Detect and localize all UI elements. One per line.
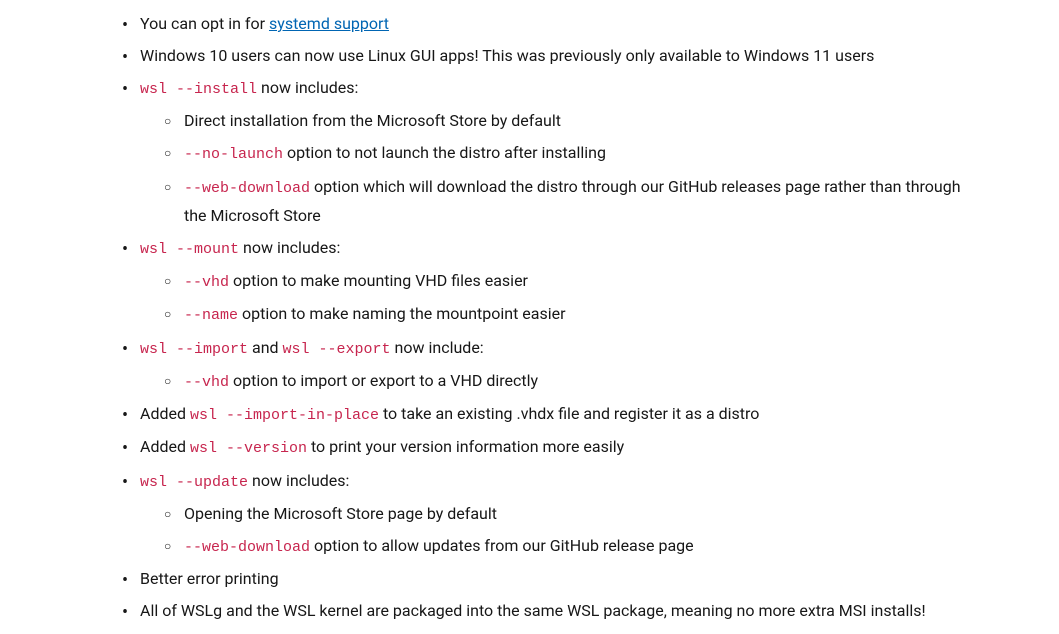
code-wsl-mount: wsl --mount — [140, 241, 239, 258]
sub-list: --vhd option to make mounting VHD files … — [140, 267, 979, 330]
list-item: You can opt in for systemd support — [100, 10, 979, 38]
text: now includes: — [248, 471, 349, 490]
code-wsl-update: wsl --update — [140, 474, 248, 491]
list-item: --no-launch option to not launch the dis… — [140, 139, 979, 168]
code-vhd: --vhd — [184, 374, 229, 391]
list-item: Added wsl --import-in-place to take an e… — [100, 400, 979, 429]
list-item: wsl --mount now includes: --vhd option t… — [100, 234, 979, 330]
list-item: --name option to make naming the mountpo… — [140, 300, 979, 329]
code-wsl-version: wsl --version — [190, 440, 307, 457]
text: option to import or export to a VHD dire… — [229, 371, 538, 390]
text: to take an existing .vhdx file and regis… — [379, 404, 759, 423]
code-web-download: --web-download — [184, 539, 310, 556]
text: option to make mounting VHD files easier — [229, 271, 528, 290]
list-item: Direct installation from the Microsoft S… — [140, 107, 979, 135]
code-wsl-install: wsl --install — [140, 81, 257, 98]
list-item: Better error printing — [100, 565, 979, 593]
list-item: --web-download option which will downloa… — [140, 173, 979, 230]
text: Added — [140, 437, 190, 456]
code-name: --name — [184, 307, 238, 324]
text: option to not launch the distro after in… — [283, 143, 606, 162]
code-no-launch: --no-launch — [184, 146, 283, 163]
list-item: wsl --import and wsl --export now includ… — [100, 334, 979, 397]
text: option to make naming the mountpoint eas… — [238, 304, 566, 323]
feature-list: You can opt in for systemd support Windo… — [100, 10, 979, 625]
text: option to allow updates from our GitHub … — [310, 536, 694, 555]
list-item: Opening the Microsoft Store page by defa… — [140, 500, 979, 528]
list-item: All of WSLg and the WSL kernel are packa… — [100, 597, 979, 625]
sub-list: --vhd option to import or export to a VH… — [140, 367, 979, 396]
code-web-download: --web-download — [184, 180, 310, 197]
sub-list: Direct installation from the Microsoft S… — [140, 107, 979, 230]
list-item: Added wsl --version to print your versio… — [100, 433, 979, 462]
code-wsl-export: wsl --export — [283, 341, 391, 358]
text: Added — [140, 404, 190, 423]
code-import-in-place: wsl --import-in-place — [190, 407, 379, 424]
text: now includes: — [257, 78, 358, 97]
text: and — [248, 338, 283, 357]
list-item: Windows 10 users can now use Linux GUI a… — [100, 42, 979, 70]
text: to print your version information more e… — [307, 437, 624, 456]
list-item: wsl --update now includes: Opening the M… — [100, 467, 979, 562]
list-item: wsl --install now includes: Direct insta… — [100, 74, 979, 230]
code-vhd: --vhd — [184, 274, 229, 291]
list-item: --vhd option to make mounting VHD files … — [140, 267, 979, 296]
sub-list: Opening the Microsoft Store page by defa… — [140, 500, 979, 561]
list-item: --web-download option to allow updates f… — [140, 532, 979, 561]
text: now includes: — [239, 238, 340, 257]
list-item: --vhd option to import or export to a VH… — [140, 367, 979, 396]
text: now include: — [391, 338, 484, 357]
text: You can opt in for — [140, 14, 269, 33]
code-wsl-import: wsl --import — [140, 341, 248, 358]
systemd-support-link[interactable]: systemd support — [269, 14, 389, 33]
